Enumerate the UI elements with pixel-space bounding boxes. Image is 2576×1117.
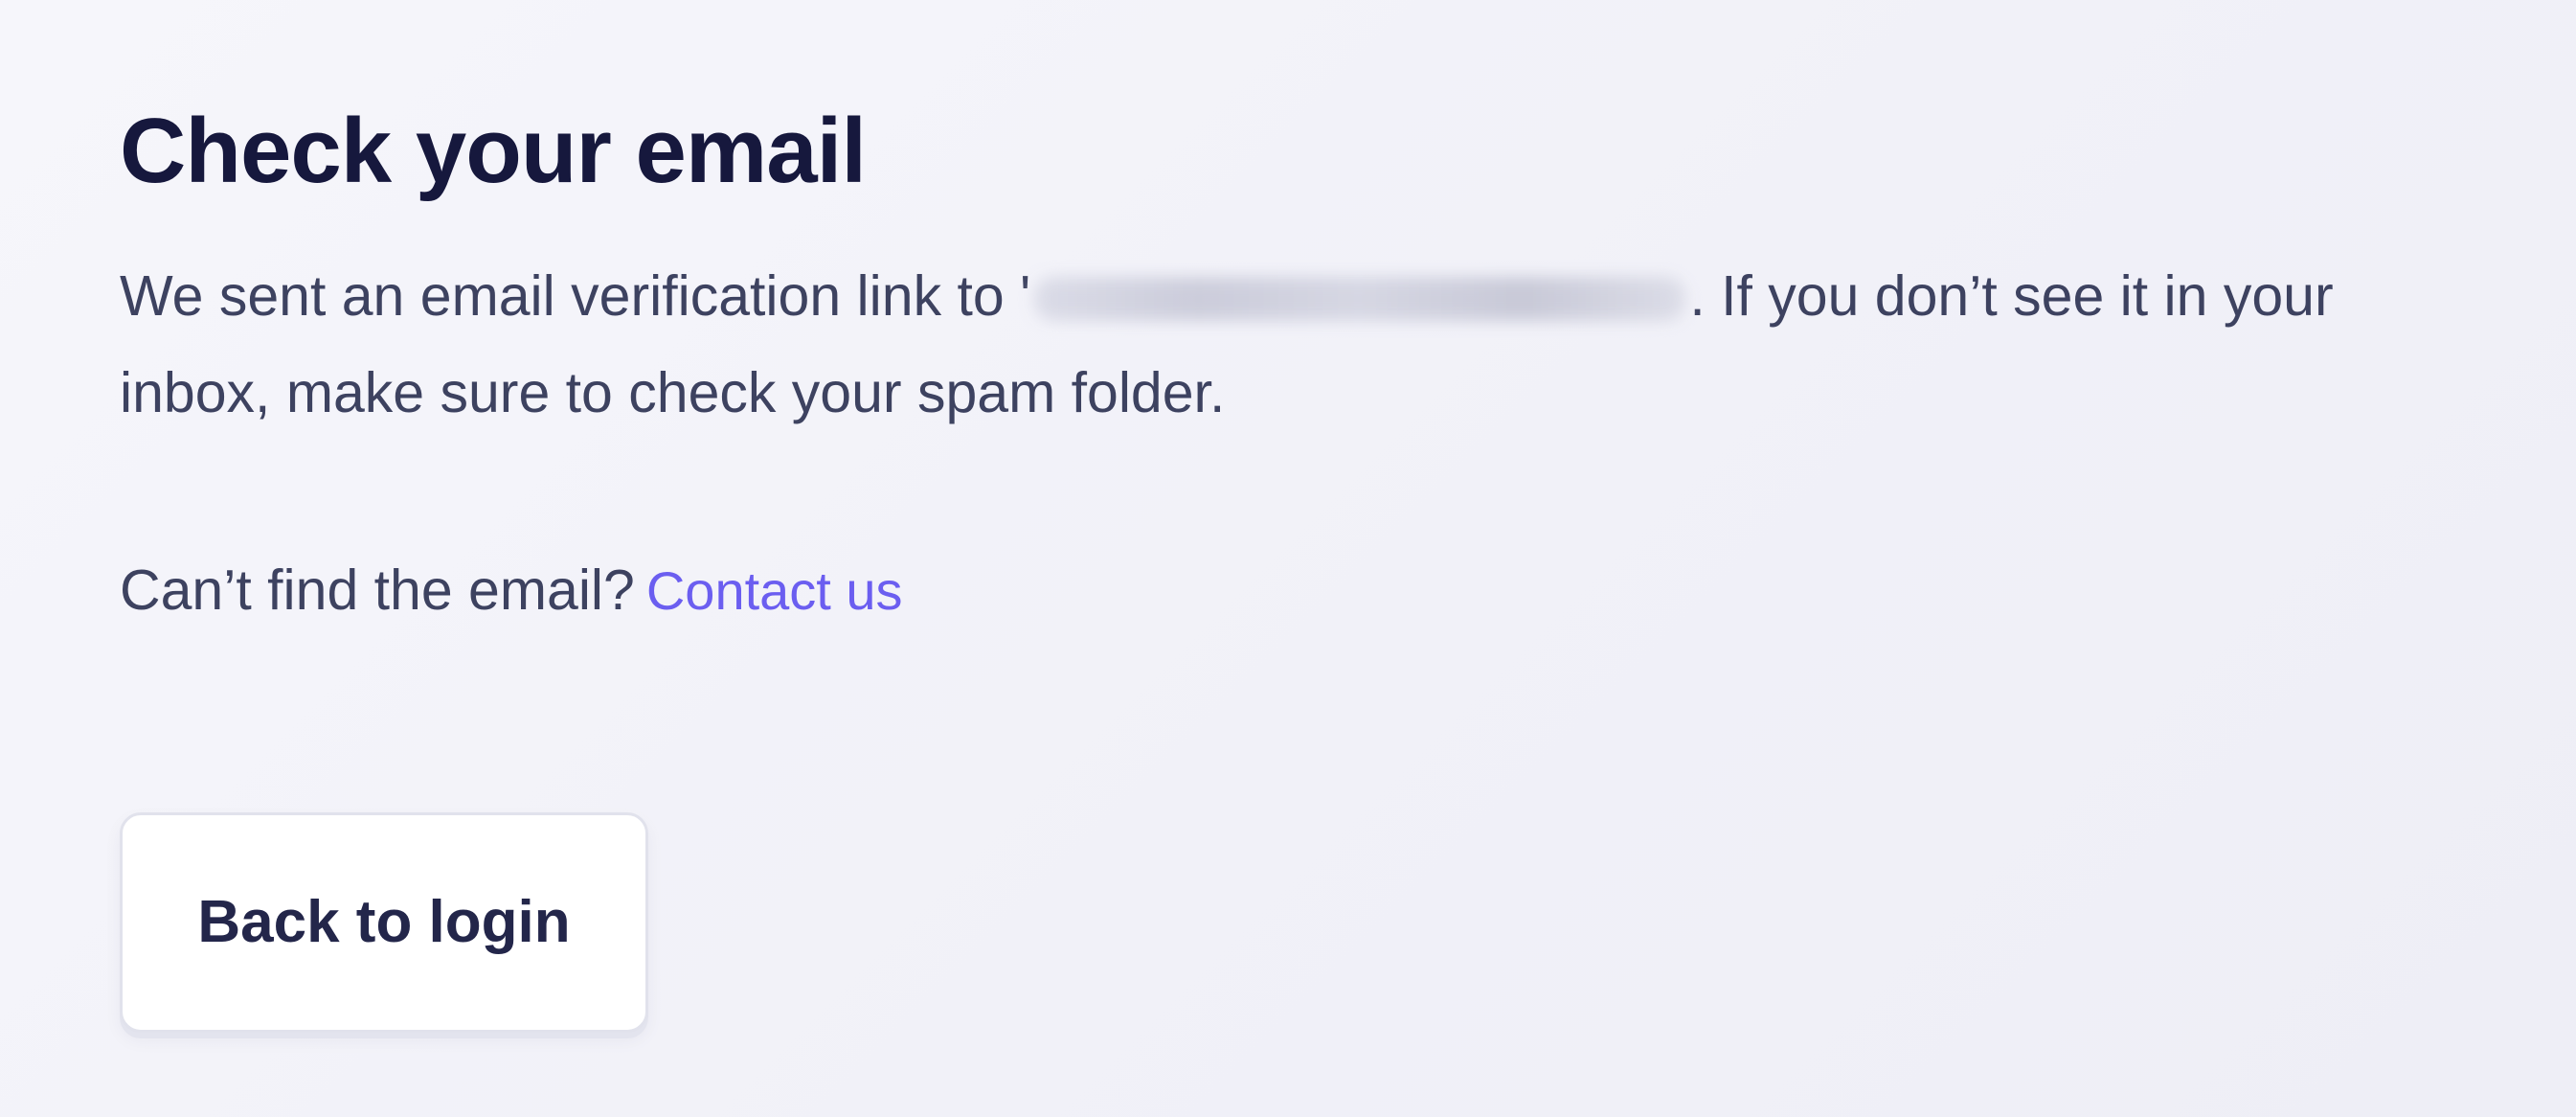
contact-us-link[interactable]: Contact us [646,560,903,621]
help-row: Can’t find the email? Contact us [120,557,2542,625]
redacted-email-address [1034,277,1686,322]
verification-message: We sent an email verification link to '.… [120,248,2485,442]
page-title: Check your email [120,100,867,202]
back-to-login-button[interactable]: Back to login [120,811,648,1033]
message-prefix: We sent an email verification link to ' [120,264,1031,329]
verify-email-panel: Check your email We sent an email verifi… [120,96,2542,1033]
help-question: Can’t find the email? [120,558,635,623]
